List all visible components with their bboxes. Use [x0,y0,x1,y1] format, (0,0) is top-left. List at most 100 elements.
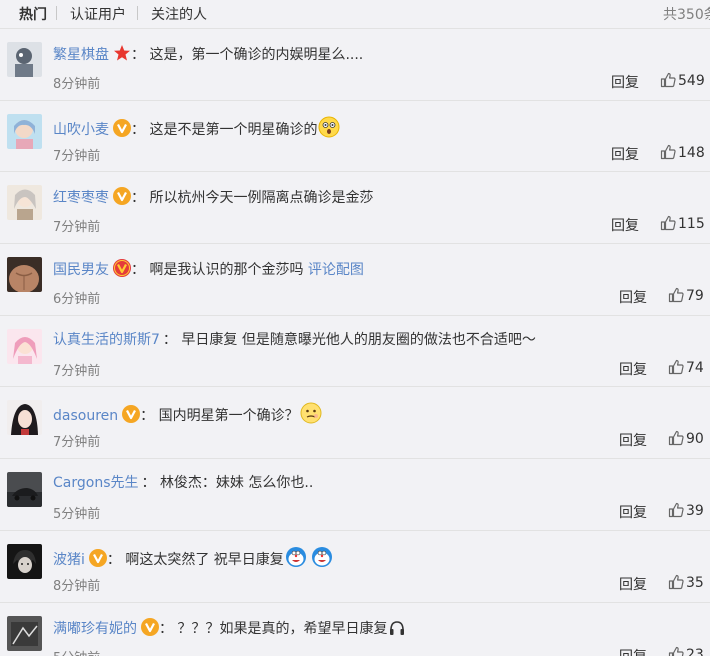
comment-item: 国民男友： 啊是我认识的那个金莎吗 评论配图 6分钟前 回复 79 [0,243,710,315]
like-button[interactable]: 90 [668,430,704,447]
thumbs-up-icon [668,574,684,589]
thumbs-up-icon [660,144,676,159]
like-count: 148 [678,144,705,161]
avatar[interactable] [7,113,42,149]
comment-item: dasouren： 国内明星第一个确诊？ 7分钟前 回复 90 [0,386,710,458]
avatar[interactable] [7,615,42,651]
comment-author[interactable]: 认真生活的斯斯7 [53,332,160,348]
comment-time: 5分钟前 [53,647,100,656]
thumbs-up-icon [668,431,684,446]
comment-time: 7分钟前 [53,220,101,236]
like-count: 39 [686,503,704,520]
comment-time: 8分钟前 [53,578,101,594]
shocked-face-emoji [318,116,340,143]
comment-text: 啊这太突然了 祝早日康复 [125,551,284,568]
thumbs-up-icon [668,359,684,374]
like-count: 549 [678,73,705,89]
comment-text: 这是不是第一个明星确诊的 [149,121,318,138]
reply-button[interactable]: 回复 [611,72,639,92]
thumbs-up-icon [660,216,676,231]
reply-button[interactable]: 回复 [619,430,647,450]
like-button[interactable]: 79 [668,287,704,304]
tab-verified-users[interactable]: 认证用户 [70,4,126,24]
like-count: 74 [686,359,704,376]
avatar[interactable] [7,400,42,436]
headphones-emoji [388,619,406,642]
comment-tabs: 热门 认证用户 关注的人 共350条 [0,0,710,30]
reply-button[interactable]: 回复 [619,646,647,656]
comment-item: Cargons先生： 林俊杰：妹妹 怎么你也.. 5分钟前 回复 39 [0,458,710,530]
like-button[interactable]: 74 [668,359,704,376]
comment-time: 6分钟前 [53,292,101,308]
comment-author[interactable]: 波猪i [53,552,85,568]
star-icon [113,44,131,62]
like-count: 35 [686,574,704,591]
like-count: 79 [686,288,704,305]
like-button[interactable]: 35 [668,574,704,591]
comment-text: 国内明星第一个确诊？ [158,408,299,425]
like-count: 23 [686,646,704,656]
comment-text: 林俊杰：妹妹 怎么你也.. [159,475,314,492]
comment-author[interactable]: 国民男友 [53,262,109,278]
comment-time: 7分钟前 [53,435,101,451]
verified-badge-icon [88,548,107,567]
comment-image-link[interactable]: 评论配图 [308,262,364,278]
comment-time: 7分钟前 [53,148,101,164]
tab-hot[interactable]: 热门 [19,4,47,24]
comment-author[interactable]: 繁星棋盘 [53,47,109,63]
comment-author[interactable]: 红枣枣枣 [53,190,109,206]
comment-time: 7分钟前 [53,363,101,379]
avatar[interactable] [7,472,42,508]
comment-text: 这是，第一个确诊的内娱明星么.... [149,47,364,63]
comment-item: 红枣枣枣： 所以杭州今天一例隔离点确诊是金莎 7分钟前 回复 115 [0,171,710,243]
tab-divider [137,6,138,20]
comment-total-count: 共350条 [663,7,710,23]
tab-divider [56,6,57,20]
comment-text: 所以杭州今天一例隔离点确诊是金莎 [149,190,374,207]
reply-button[interactable]: 回复 [611,215,639,235]
verified-badge-icon [141,617,159,636]
comment-author[interactable]: 山吹小麦 [53,122,109,138]
thumbs-up-icon [668,287,684,303]
verified-badge-icon [122,405,141,424]
reply-button[interactable]: 回复 [619,359,647,379]
verified-badge-red-icon [113,259,131,278]
doraemon-emoji [311,546,333,573]
avatar[interactable] [7,42,42,77]
thumbs-up-icon [668,646,684,656]
avatar[interactable] [7,185,42,221]
comment-text: 啊是我认识的那个金莎吗 [149,262,304,279]
like-count: 115 [678,216,705,233]
comment-text: 早日康复 但是随意曝光他人的朋友圈的做法也不合适吧～ [181,331,536,348]
avatar[interactable] [7,257,42,293]
comment-item: 满嘟珍有妮的： ？？？如果是真的，希望早日康复 5分钟前 回复 23 [0,601,710,656]
comment-author[interactable]: 满嘟珍有妮的 [53,621,137,637]
like-button[interactable]: 115 [660,215,705,232]
avatar[interactable] [7,543,42,579]
thinking-face-emoji [300,402,322,429]
like-count: 90 [686,431,704,448]
comment-item: 认真生活的斯斯7： 早日康复 但是随意曝光他人的朋友圈的做法也不合适吧～ 7分钟… [0,314,710,387]
reply-button[interactable]: 回复 [619,287,647,307]
comment-item: 繁星棋盘： 这是，第一个确诊的内娱明星么.... 8分钟前 回复 549 [0,28,710,100]
comment-author[interactable]: Cargons先生 [53,475,138,491]
thumbs-up-icon [668,503,684,518]
comment-item: 山吹小麦： 这是不是第一个明星确诊的 7分钟前 回复 148 [0,99,710,172]
like-button[interactable]: 549 [660,72,705,89]
like-button[interactable]: 23 [668,646,704,656]
thumbs-up-icon [660,72,676,88]
reply-button[interactable]: 回复 [611,144,639,164]
reply-button[interactable]: 回复 [619,502,647,522]
comment-time: 8分钟前 [53,77,101,92]
comment-list: 繁星棋盘： 这是，第一个确诊的内娱明星么.... 8分钟前 回复 549 山吹小… [0,28,710,656]
reply-button[interactable]: 回复 [619,574,647,594]
avatar[interactable] [7,328,42,364]
comment-item: 波猪i： 啊这太突然了 祝早日康复 8分钟前 回复 35 [0,529,710,602]
tab-following[interactable]: 关注的人 [151,4,207,24]
comment-text: ？？？如果是真的，希望早日康复 [177,620,388,637]
like-button[interactable]: 39 [668,502,704,519]
verified-badge-icon [113,187,131,206]
like-button[interactable]: 148 [660,144,705,161]
comment-author[interactable]: dasouren [53,408,118,424]
verified-badge-icon [113,118,131,137]
